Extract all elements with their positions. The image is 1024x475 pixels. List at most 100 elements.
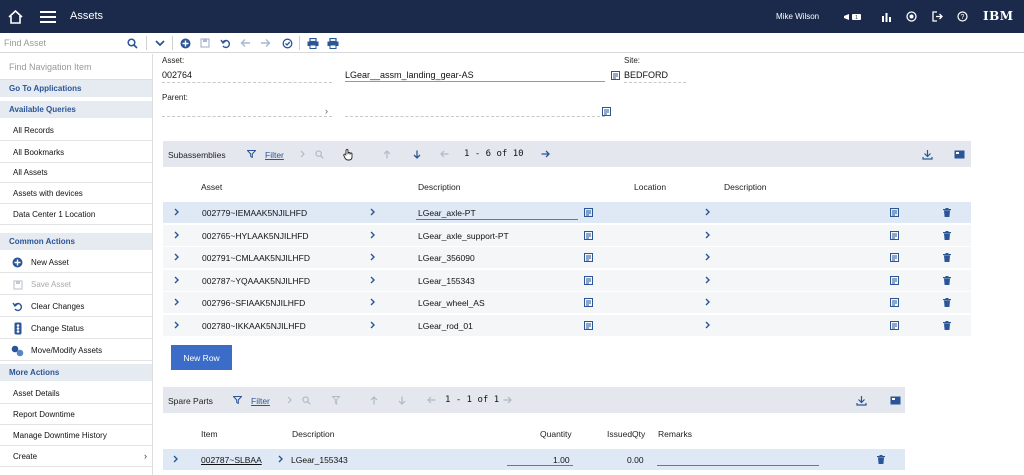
- column-header-issuedqty[interactable]: IssuedQty: [607, 429, 645, 439]
- move-modify-assets-action[interactable]: Move/Modify Assets: [0, 340, 152, 361]
- row-details-icon[interactable]: [889, 275, 899, 285]
- filter-icon[interactable]: [245, 148, 257, 160]
- home-icon[interactable]: [6, 0, 24, 33]
- asset-description-field[interactable]: LGear__assm_landing_gear-AS: [345, 70, 474, 80]
- description-field[interactable]: LGear_axle-PT: [418, 208, 476, 218]
- reports-icon[interactable]: [878, 0, 894, 33]
- remarks-field[interactable]: [657, 465, 819, 466]
- clear-icon[interactable]: [280, 36, 294, 50]
- download-icon[interactable]: [855, 394, 867, 406]
- save-icon[interactable]: [198, 36, 212, 50]
- asset-cell[interactable]: 002780~IKKAAK5NJILHFD: [202, 321, 306, 331]
- clear-changes-action[interactable]: Clear Changes: [0, 296, 152, 317]
- chevron-right-icon[interactable]: [368, 320, 376, 330]
- chevron-right-icon[interactable]: [368, 297, 376, 307]
- asset-number-field[interactable]: 002764: [162, 70, 192, 80]
- print-icon[interactable]: [326, 36, 340, 50]
- search-icon[interactable]: [300, 394, 312, 406]
- sidebar-item-all-bookmarks[interactable]: All Bookmarks: [0, 142, 152, 163]
- column-header-quantity[interactable]: Quantity: [540, 429, 572, 439]
- asset-cell[interactable]: 002796~SFIAAK5NJILHFD: [202, 298, 305, 308]
- expand-row-icon[interactable]: [172, 320, 180, 330]
- expand-row-icon[interactable]: [171, 454, 179, 464]
- chevron-right-icon[interactable]: ›: [325, 106, 328, 116]
- search-icon[interactable]: [313, 148, 325, 160]
- table-settings-icon[interactable]: [953, 148, 965, 160]
- trash-icon[interactable]: [942, 230, 952, 240]
- chevron-right-icon[interactable]: [368, 252, 376, 262]
- table-row[interactable]: 002780~IKKAAK5NJILHFD LGear_rod_01: [163, 315, 971, 336]
- chevron-right-icon[interactable]: [368, 230, 376, 240]
- user-name[interactable]: Mike Wilson: [776, 12, 819, 21]
- description-field[interactable]: LGear_wheel_AS: [418, 298, 485, 308]
- chevron-right-icon[interactable]: [703, 252, 711, 262]
- expand-row-icon[interactable]: [172, 252, 180, 262]
- trash-icon[interactable]: [942, 207, 952, 217]
- column-header-description[interactable]: Description: [724, 182, 767, 192]
- parent-description-field[interactable]: [345, 116, 605, 117]
- print-icon[interactable]: [306, 36, 320, 50]
- long-description-icon[interactable]: [583, 207, 593, 217]
- expand-row-icon[interactable]: [172, 275, 180, 285]
- arrow-right-icon[interactable]: [501, 394, 513, 406]
- filter-link[interactable]: Filter: [251, 396, 270, 406]
- previous-icon[interactable]: [238, 36, 252, 50]
- trash-icon[interactable]: [942, 320, 952, 330]
- expand-row-icon[interactable]: [172, 207, 180, 217]
- description-field[interactable]: LGear_axle_support-PT: [418, 231, 509, 241]
- description-field[interactable]: LGear_155343: [418, 276, 475, 286]
- long-description-icon[interactable]: [583, 275, 593, 285]
- chevron-right-icon[interactable]: [296, 148, 308, 160]
- filter-icon[interactable]: [231, 394, 243, 406]
- asset-cell[interactable]: 002791~CMLAAK5NJILHFD: [202, 253, 310, 263]
- sidebar-item-all-assets[interactable]: All Assets: [0, 162, 152, 183]
- asset-cell[interactable]: 002779~IEMAAK5NJILHFD: [202, 208, 307, 218]
- new-row-button[interactable]: New Row: [171, 345, 232, 370]
- chevron-down-icon[interactable]: [153, 36, 167, 50]
- chevron-right-icon[interactable]: [703, 275, 711, 285]
- chevron-right-icon[interactable]: [276, 454, 284, 464]
- filter-link[interactable]: Filter: [265, 150, 284, 160]
- site-field[interactable]: BEDFORD: [624, 70, 668, 80]
- table-row[interactable]: 002787~SLBAA LGear_155343 1.00 0.00: [163, 449, 905, 470]
- chevron-right-icon[interactable]: [703, 230, 711, 240]
- row-details-icon[interactable]: [889, 230, 899, 240]
- column-header-description[interactable]: Description: [292, 429, 335, 439]
- asset-cell[interactable]: 002787~YQAAAK5NJILHFD: [202, 276, 310, 286]
- trash-icon[interactable]: [876, 454, 886, 464]
- help-circle-icon[interactable]: [903, 0, 919, 33]
- arrow-right-icon[interactable]: [539, 148, 551, 160]
- create-menu[interactable]: Create ›: [0, 446, 152, 467]
- table-row[interactable]: 002765~HYLAAK5NJILHFD LGear_axle_support-…: [163, 225, 971, 246]
- table-settings-icon[interactable]: [889, 394, 901, 406]
- arrow-down-icon[interactable]: [396, 394, 408, 406]
- item-field[interactable]: 002787~SLBAA: [201, 455, 262, 465]
- new-asset-action[interactable]: New Asset: [0, 252, 152, 273]
- sidebar-item-data-center-location[interactable]: Data Center 1 Location: [0, 204, 152, 225]
- column-header-remarks[interactable]: Remarks: [658, 429, 692, 439]
- long-description-icon[interactable]: [601, 106, 611, 116]
- column-header-location[interactable]: Location: [634, 182, 666, 192]
- find-asset-input[interactable]: [4, 36, 114, 50]
- chevron-right-icon[interactable]: [283, 394, 295, 406]
- column-header-item[interactable]: Item: [201, 429, 218, 439]
- column-header-asset[interactable]: Asset: [201, 182, 222, 192]
- menu-icon[interactable]: [38, 0, 58, 33]
- trash-icon[interactable]: [942, 252, 952, 262]
- notifications-icon[interactable]: 1: [843, 0, 863, 33]
- chevron-right-icon[interactable]: [368, 207, 376, 217]
- arrow-up-icon[interactable]: [381, 148, 393, 160]
- quantity-field[interactable]: 1.00: [553, 455, 570, 465]
- arrow-down-icon[interactable]: [411, 148, 423, 160]
- row-details-icon[interactable]: [889, 207, 899, 217]
- asset-cell[interactable]: 002765~HYLAAK5NJILHFD: [202, 231, 309, 241]
- column-header-description[interactable]: Description: [418, 182, 461, 192]
- manage-downtime-history-action[interactable]: Manage Downtime History: [0, 425, 152, 446]
- table-row[interactable]: 002796~SFIAAK5NJILHFD LGear_wheel_AS: [163, 292, 971, 313]
- question-icon[interactable]: ?: [954, 0, 970, 33]
- long-description-icon[interactable]: [610, 70, 620, 80]
- search-icon[interactable]: [125, 36, 139, 50]
- save-asset-action[interactable]: Save Asset: [0, 274, 152, 295]
- long-description-icon[interactable]: [583, 252, 593, 262]
- change-status-action[interactable]: Change Status: [0, 318, 152, 339]
